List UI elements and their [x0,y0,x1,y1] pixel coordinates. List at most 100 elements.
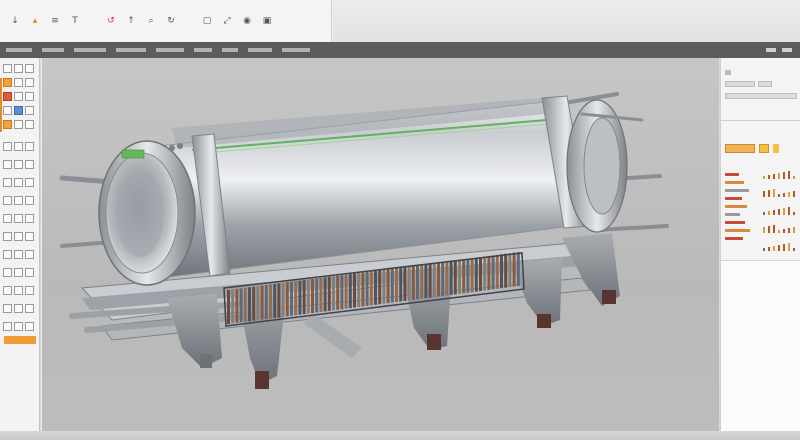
palette-tool-icon[interactable] [25,196,34,205]
parameter-row[interactable] [725,210,763,218]
palette-tool-icon[interactable] [14,250,23,259]
menu-item[interactable] [248,48,272,52]
shape-icon[interactable]: ▣ [260,14,274,28]
property-field-secondary[interactable] [758,81,772,87]
palette-tool-icon[interactable] [25,178,34,187]
palette-tool-icon[interactable] [3,178,12,187]
battery-cell [458,259,461,294]
parameter-row[interactable] [725,234,763,242]
menu-item[interactable] [74,48,106,52]
palette-tool-icon[interactable] [14,322,23,331]
parameter-row[interactable] [725,226,763,234]
palette-tool-icon[interactable] [3,304,12,313]
palette-tool-icon[interactable] [14,106,23,115]
palette-tool-icon[interactable] [14,196,23,205]
rotate-icon[interactable]: ↻ [164,14,178,28]
palette-tool-icon[interactable] [14,304,23,313]
palette-tool-icon[interactable] [14,268,23,277]
palette-tool-icon[interactable] [14,160,23,169]
menu-item[interactable] [222,48,238,52]
palette-tool-icon[interactable] [14,78,23,87]
palette-tool-icon[interactable] [14,214,23,223]
cylinder-model[interactable] [42,58,720,440]
palette-tool-icon[interactable] [3,64,12,73]
parameter-row[interactable] [725,194,763,202]
material-swatch-primary[interactable] [725,144,755,153]
mini-bar [778,230,780,233]
palette-tool-icon[interactable] [25,64,34,73]
palette-tool-icon[interactable] [3,106,12,115]
palette-tool-icon[interactable] [25,232,34,241]
palette-tool-icon[interactable] [25,92,34,101]
palette-tool-icon[interactable] [3,232,12,241]
parameter-row[interactable] [725,178,763,186]
mini-bar [793,248,795,251]
mini-bar [783,208,785,215]
material-swatch-secondary[interactable] [759,144,769,153]
palette-tool-icon[interactable] [3,78,12,87]
parameter-row[interactable] [725,186,763,194]
menu-shortcut[interactable] [766,48,776,52]
undo-icon[interactable]: ↺ [104,14,118,28]
palette-tool-icon[interactable] [3,92,12,101]
image-icon[interactable]: ▢ [200,14,214,28]
palette-tool-icon[interactable] [25,120,34,129]
up-icon[interactable]: ↑ [124,14,138,28]
menu-item[interactable] [6,48,32,52]
property-field[interactable] [725,81,755,87]
palette-tool-icon[interactable] [14,286,23,295]
palette-tool-icon[interactable] [14,142,23,151]
battery-cell [298,280,302,315]
palette-tool-icon[interactable] [25,160,34,169]
rear-end-cap[interactable] [566,92,644,233]
palette-tool-icon[interactable] [3,160,12,169]
palette-tool-icon[interactable] [25,106,34,115]
grid-icon[interactable]: ≡ [48,14,62,28]
fit-icon[interactable]: ⤢ [220,14,234,28]
parameter-row[interactable] [725,170,763,178]
text-icon[interactable]: T [68,14,82,28]
palette-tool-icon[interactable] [3,286,12,295]
palette-tool-icon[interactable] [3,322,12,331]
battery-cell [269,284,272,319]
palette-tool-icon[interactable] [25,268,34,277]
menu-item[interactable] [282,48,310,52]
battery-cell [504,253,508,288]
pin-icon[interactable]: ↓ [8,14,22,28]
menu-item[interactable] [42,48,64,52]
palette-tool-icon[interactable] [25,286,34,295]
flag-icon[interactable]: ▴ [28,14,42,28]
3d-viewport[interactable] [41,58,719,440]
property-field-wide[interactable] [725,93,797,99]
palette-tool-icon[interactable] [25,214,34,223]
menu-item[interactable] [194,48,212,52]
palette-tool-icon[interactable] [3,120,12,129]
palette-tool-icon[interactable] [14,120,23,129]
palette-tool-icon[interactable] [3,268,12,277]
palette-tool-icon[interactable] [3,214,12,223]
material-swatch-tertiary[interactable] [773,144,779,153]
menu-item[interactable] [116,48,146,52]
palette-tool-icon[interactable] [25,250,34,259]
menu-shortcut[interactable] [782,48,792,52]
battery-cell [357,272,361,307]
front-end-cap[interactable] [98,140,196,286]
palette-tool-icon[interactable] [14,64,23,73]
palette-tool-icon[interactable] [25,322,34,331]
palette-tool-icon[interactable] [14,232,23,241]
palette-tool-icon[interactable] [3,250,12,259]
palette-tool-icon[interactable] [25,142,34,151]
palette-tool-icon[interactable] [3,142,12,151]
parameter-row[interactable] [725,218,763,226]
palette-tool-icon[interactable] [14,92,23,101]
parameter-row[interactable] [725,202,763,210]
palette-tool-icon[interactable] [14,178,23,187]
battery-cell [470,258,474,293]
menu-item[interactable] [156,48,184,52]
node-icon[interactable]: ◉ [240,14,254,28]
search-icon[interactable]: ⌕ [144,14,158,28]
palette-active-tool[interactable] [4,336,36,344]
palette-tool-icon[interactable] [25,78,34,87]
palette-tool-icon[interactable] [25,304,34,313]
palette-tool-icon[interactable] [3,196,12,205]
